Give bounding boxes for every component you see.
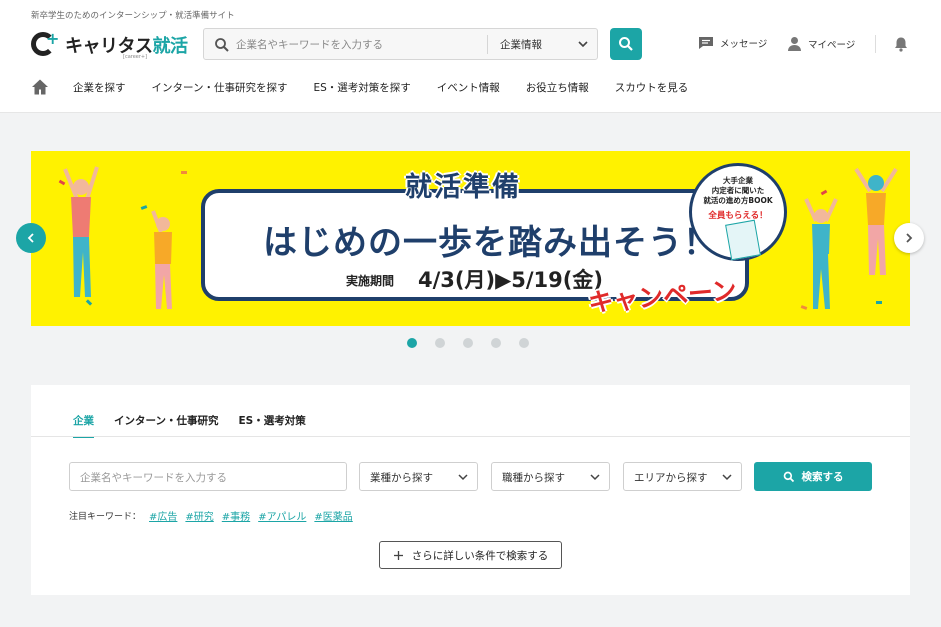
search-panel: 企業 インターン・仕事研究 ES・選考対策 企業名やキーワードを入力する 業種か…	[31, 385, 910, 595]
advanced-search-label: さらに詳しい条件で検索する	[411, 549, 549, 562]
carousel-dot-1[interactable]	[407, 338, 417, 348]
search-icon	[215, 38, 229, 52]
tab-internships[interactable]: インターン・仕事研究	[114, 413, 218, 438]
nav-item-events[interactable]: イベント情報	[437, 80, 500, 95]
carousel-dot-5[interactable]	[519, 338, 529, 348]
panel-search-label: 検索する	[801, 471, 844, 483]
chevron-down-icon	[458, 474, 468, 481]
person-figure-right-2	[854, 167, 898, 275]
message-icon	[699, 37, 713, 49]
keyword-search-input[interactable]: 企業名やキーワードを入力する	[69, 462, 347, 491]
person-figure-right	[804, 198, 838, 309]
nav-item-companies[interactable]: 企業を探す	[73, 80, 126, 95]
carousel-dots	[407, 338, 529, 348]
industry-select[interactable]: 業種から探す	[359, 462, 478, 491]
header-separator	[875, 35, 876, 53]
area-select[interactable]: エリアから探す	[623, 462, 742, 491]
keyword-search-placeholder: 企業名やキーワードを入力する	[80, 472, 227, 484]
badge-line-1: 大手企業	[723, 176, 753, 185]
bell-icon[interactable]	[893, 36, 909, 52]
keyword-tag[interactable]: #研究	[185, 508, 213, 523]
featured-keywords-label: 注目キーワード：	[69, 512, 142, 522]
mypage-link[interactable]: マイページ	[787, 36, 855, 51]
plus-icon	[393, 550, 403, 560]
chevron-down-icon[interactable]	[576, 37, 590, 51]
logo-subtext: [career+]	[123, 54, 148, 60]
industry-select-label: 業種から探す	[370, 472, 433, 484]
keyword-tag[interactable]: #事務	[222, 508, 250, 523]
banner-period-label: 実施期間	[346, 274, 395, 288]
user-icon	[788, 37, 801, 51]
search-icon	[619, 37, 633, 51]
job-select[interactable]: 職種から探す	[491, 462, 610, 491]
confetti	[181, 171, 187, 174]
chevron-down-icon	[590, 474, 600, 481]
keyword-tag[interactable]: #広告	[149, 508, 177, 523]
main-nav: 企業を探す インターン・仕事研究を探す ES・選考対策を探す イベント情報 お役…	[31, 76, 714, 98]
panel-search-button[interactable]: 検索する	[754, 462, 872, 491]
chevron-down-icon	[722, 474, 732, 481]
header-search-input[interactable]: 企業名やキーワードを入力する	[236, 37, 383, 52]
tab-companies[interactable]: 企業	[73, 413, 94, 438]
campaign-banner[interactable]: 就活準備 はじめの一歩を踏み出そう！ 実施期間 4/3(月)▶5/19(金) キ…	[31, 151, 910, 326]
mypage-label: マイページ	[808, 39, 856, 51]
arrow-left-icon	[27, 233, 34, 243]
badge-highlight: 全員もらえる！	[708, 211, 768, 221]
site-tagline: 新卒学生のためのインターンシップ・就活準備サイト	[31, 11, 235, 21]
tabs-divider	[31, 436, 910, 437]
badge-text: 大手企業 内定者に聞いた 就活の進め方BOOK	[692, 176, 784, 206]
home-icon[interactable]	[31, 78, 49, 96]
job-select-label: 職種から探す	[502, 472, 565, 484]
search-tabs: 企業 インターン・仕事研究 ES・選考対策	[73, 413, 306, 438]
header-search-box[interactable]: 企業名やキーワードを入力する 企業情報	[203, 28, 598, 60]
tab-es[interactable]: ES・選考対策	[238, 413, 305, 438]
banner-title-small: 就活準備	[405, 172, 521, 203]
carousel-dot-2[interactable]	[435, 338, 445, 348]
keyword-tag[interactable]: #医薬品	[314, 508, 352, 523]
nav-item-scout[interactable]: スカウトを見る	[615, 80, 689, 95]
logo-plus: +	[46, 29, 60, 48]
site-logo[interactable]: + キャリタス就活 [career+]	[31, 30, 191, 60]
confetti	[876, 301, 882, 304]
keyword-tag[interactable]: #アパレル	[258, 508, 306, 523]
messages-link[interactable]: メッセージ	[698, 36, 767, 50]
search-icon	[783, 471, 794, 482]
banner-title-main: はじめの一歩を踏み出そう！	[263, 223, 718, 263]
carousel-dot-3[interactable]	[463, 338, 473, 348]
carousel-dot-4[interactable]	[491, 338, 501, 348]
logo-accent-text: 就活	[152, 36, 189, 57]
person-figure-left-2	[151, 210, 172, 309]
search-category-select[interactable]: 企業情報	[500, 37, 542, 52]
badge-line-3: 就活の進め方BOOK	[703, 196, 773, 205]
header-search-button[interactable]	[610, 28, 642, 60]
book-image	[725, 219, 761, 261]
search-divider	[487, 35, 488, 54]
carousel-prev-button[interactable]	[16, 223, 46, 253]
nav-item-tips[interactable]: お役立ち情報	[526, 80, 589, 95]
badge-line-2: 内定者に聞いた	[711, 186, 765, 195]
banner-badge: 大手企業 内定者に聞いた 就活の進め方BOOK 全員もらえる！	[689, 163, 787, 261]
area-select-label: エリアから探す	[634, 472, 708, 484]
featured-keywords: 注目キーワード： #広告 #研究 #事務 #アパレル #医薬品	[69, 508, 353, 523]
arrow-right-icon	[906, 233, 913, 243]
nav-item-es[interactable]: ES・選考対策を探す	[313, 80, 410, 95]
banner-period-value: 4/3(月)▶5/19(金)	[418, 268, 603, 292]
advanced-search-button[interactable]: さらに詳しい条件で検索する	[379, 541, 562, 569]
messages-label: メッセージ	[720, 39, 768, 50]
carousel-next-button[interactable]	[894, 223, 924, 253]
site-header: 新卒学生のためのインターンシップ・就活準備サイト + キャリタス就活 [care…	[0, 0, 941, 113]
nav-item-internships[interactable]: インターン・仕事研究を探す	[152, 80, 288, 95]
person-figure-left	[63, 166, 99, 297]
